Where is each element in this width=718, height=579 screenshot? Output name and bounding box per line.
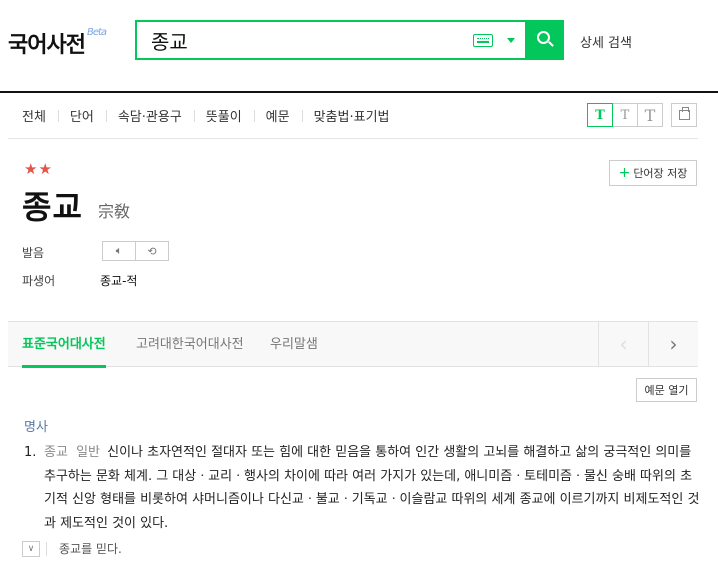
- keyboard-icon[interactable]: [473, 34, 493, 47]
- derivative-link[interactable]: 종교-적: [100, 272, 137, 289]
- field-tag-category: 일반: [76, 445, 100, 460]
- search-box: [135, 20, 525, 60]
- importance-stars: ★★: [24, 160, 53, 178]
- beta-badge: Beta: [86, 27, 107, 38]
- derivative-label: 파생어: [22, 274, 56, 288]
- example-sentence: 종교를 믿다.: [59, 542, 122, 556]
- pronunciation-controls: 🔈︎ ⟲: [102, 241, 169, 261]
- hanja: 宗敎: [98, 202, 131, 221]
- speaker-icon: 🔈︎: [115, 244, 123, 257]
- save-to-wordbook-label: 단어장 저장: [633, 167, 688, 180]
- filter-tab-words[interactable]: 단어: [57, 106, 106, 125]
- field-tag: 종교 일반: [44, 445, 100, 460]
- chevron-right-icon: ›: [669, 332, 678, 356]
- dictionary-logo[interactable]: 국어사전Beta: [8, 27, 107, 59]
- chevron-left-icon: ‹: [619, 332, 628, 356]
- tab-standard-dictionary[interactable]: 표준국어대사전: [22, 322, 106, 368]
- logo-text: 국어사전: [8, 33, 86, 58]
- filter-tab-proverbs[interactable]: 속담·관용구: [105, 106, 194, 125]
- repeat-icon: ⟲: [147, 244, 157, 258]
- filter-tab-examples[interactable]: 예문: [253, 106, 302, 125]
- field-tag-field: 종교: [44, 445, 68, 460]
- filter-divider: [8, 138, 698, 139]
- filter-tab-meanings[interactable]: 뜻풀이: [193, 106, 254, 125]
- part-of-speech: 명사: [24, 420, 48, 435]
- search-button[interactable]: [525, 20, 564, 60]
- example-divider: [46, 541, 47, 556]
- sense-number: 1.: [24, 445, 37, 460]
- filter-tab-spelling[interactable]: 맞춤법·표기법: [301, 106, 402, 125]
- definition-sense: 1. 종교 일반 신이나 초자연적인 절대자 또는 힘에 대한 믿음을 통하여 …: [24, 441, 700, 535]
- search-icon-handle: [548, 41, 554, 47]
- example-row: ∨ 종교를 믿다.: [22, 540, 122, 557]
- open-examples-button[interactable]: 예문 열기: [636, 378, 697, 402]
- advanced-search-link[interactable]: 상세 검색: [580, 32, 632, 51]
- prev-tab-button[interactable]: ‹: [598, 322, 648, 366]
- headword: 종교: [22, 188, 83, 226]
- font-size-small-button[interactable]: T: [587, 103, 613, 127]
- dictionary-tab-bar: 표준국어대사전 고려대한국어대사전 우리말샘 ‹ ›: [8, 321, 698, 368]
- next-tab-button[interactable]: ›: [648, 322, 698, 366]
- font-size-large-button[interactable]: T: [637, 103, 663, 127]
- expand-examples-toggle[interactable]: ∨: [22, 540, 40, 557]
- repeat-pronunciation-button[interactable]: ⟲: [135, 241, 169, 261]
- definition-text: 신이나 초자연적인 절대자 또는 힘에 대한 믿음을 통하여 인간 생활의 고뇌…: [44, 445, 700, 531]
- tab-urimalsaem[interactable]: 우리말샘: [270, 322, 318, 367]
- printer-icon: [678, 107, 690, 120]
- tab-korea-univ-dictionary[interactable]: 고려대한국어대사전: [136, 322, 244, 367]
- print-button[interactable]: [671, 103, 697, 127]
- font-size-tools: T T T: [587, 103, 697, 127]
- plus-icon: +: [618, 165, 631, 181]
- save-to-wordbook-button[interactable]: + 단어장 저장: [609, 160, 697, 186]
- play-pronunciation-button[interactable]: 🔈︎: [102, 241, 136, 261]
- sense-body: 종교 일반 신이나 초자연적인 절대자 또는 힘에 대한 믿음을 통하여 인간 …: [44, 441, 700, 535]
- header-divider: [0, 91, 718, 93]
- font-size-medium-button[interactable]: T: [612, 103, 638, 127]
- search-input[interactable]: [149, 27, 449, 53]
- pronunciation-label: 발음: [22, 246, 45, 260]
- search-filter-tabs: 전체 단어 속담·관용구 뜻풀이 예문 맞춤법·표기법: [0, 105, 402, 125]
- filter-tab-all[interactable]: 전체: [0, 106, 58, 125]
- chevron-down-icon: ∨: [27, 543, 35, 554]
- chevron-down-icon[interactable]: [507, 38, 515, 43]
